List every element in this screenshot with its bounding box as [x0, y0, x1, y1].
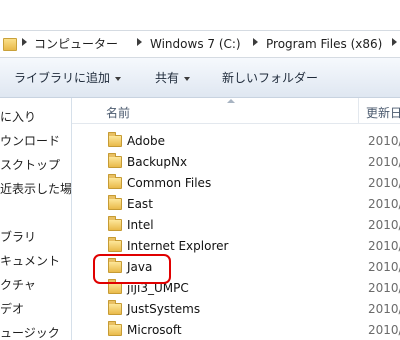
folder-icon [108, 195, 122, 210]
file-name: BackupNx [127, 155, 188, 169]
chevron-right-icon[interactable] [253, 38, 258, 46]
file-row[interactable]: Intel 2010/ [72, 216, 400, 237]
column-header-row: 名前 更新日 [72, 98, 400, 124]
share-label: 共有 [155, 71, 180, 85]
folder-icon [108, 321, 122, 336]
nav-item-recent-places[interactable]: 近表示した場所 [0, 181, 72, 197]
add-to-library-label: ライブラリに追加 [14, 71, 111, 85]
address-bar[interactable]: コンピューター Windows 7 (C:) Program Files (x8… [0, 30, 400, 58]
folder-icon [108, 216, 122, 231]
file-date: 2010/ [368, 281, 400, 295]
nav-item-libraries[interactable]: ブラリ [0, 229, 36, 245]
new-folder-label: 新しいフォルダー [222, 71, 319, 85]
file-row[interactable]: JustSystems 2010/ [72, 300, 400, 321]
nav-item-downloads[interactable]: ウンロード [0, 133, 60, 149]
new-folder-button[interactable]: 新しいフォルダー [222, 70, 318, 86]
folder-icon [108, 153, 122, 168]
share-button[interactable]: 共有 [155, 70, 191, 86]
file-date: 2010/ [368, 176, 400, 190]
column-header-name[interactable]: 名前 [106, 104, 130, 121]
file-date: 2010/ [368, 302, 400, 316]
file-row[interactable]: BackupNx 2010/ [72, 153, 400, 174]
breadcrumb-program-files-x86[interactable]: Program Files (x86) [266, 37, 382, 51]
file-name: Common Files [127, 176, 212, 190]
command-bar: ライブラリに追加 共有 新しいフォルダー [0, 58, 400, 98]
nav-item-documents[interactable]: キュメント [0, 253, 60, 269]
column-header-date-modified[interactable]: 更新日 [366, 104, 400, 121]
nav-item-favorites[interactable]: に入り [0, 109, 36, 125]
add-to-library-button[interactable]: ライブラリに追加 [14, 70, 122, 86]
file-name: Microsoft [127, 323, 182, 337]
file-list: 名前 更新日 Adobe 2010/ BackupNx 2010/ Common… [72, 98, 400, 340]
folder-icon [108, 174, 122, 189]
navigation-pane: に入り ウンロード スクトップ 近表示した場所 ブラリ キュメント クチャ デオ… [0, 98, 72, 340]
file-date: 2010/ [368, 260, 400, 274]
file-name: Internet Explorer [127, 239, 229, 253]
file-name: Intel [127, 218, 154, 232]
nav-item-music[interactable]: ュージック [0, 325, 60, 340]
sort-ascending-icon [227, 99, 235, 103]
dropdown-arrow-icon [184, 76, 191, 81]
dropdown-arrow-icon [115, 76, 122, 81]
folder-icon [108, 132, 122, 147]
folder-icon [3, 38, 17, 51]
explorer-window: コンピューター Windows 7 (C:) Program Files (x8… [0, 0, 400, 340]
file-row[interactable]: East 2010/ [72, 195, 400, 216]
file-date: 2010/ [368, 239, 400, 253]
file-date: 2010/ [368, 197, 400, 211]
file-date: 2010/ [368, 155, 400, 169]
breadcrumb-drive[interactable]: Windows 7 (C:) [150, 37, 241, 51]
file-date: 2010/ [368, 134, 400, 148]
file-name: JustSystems [127, 302, 201, 316]
folder-icon [108, 237, 122, 252]
nav-item-desktop[interactable]: スクトップ [0, 157, 60, 173]
column-divider[interactable] [358, 98, 359, 123]
breadcrumb-computer[interactable]: コンピューター [34, 37, 118, 51]
chevron-right-icon[interactable] [392, 38, 397, 46]
chevron-right-icon[interactable] [137, 38, 142, 46]
file-row[interactable]: Common Files 2010/ [72, 174, 400, 195]
file-date: 2010/ [368, 323, 400, 337]
java-highlight-annotation [93, 254, 171, 284]
file-row[interactable]: Microsoft 2010/ [72, 321, 400, 340]
folder-icon [108, 300, 122, 315]
nav-item-pictures[interactable]: クチャ [0, 277, 36, 293]
file-date: 2010/ [368, 218, 400, 232]
file-name: East [127, 197, 153, 211]
nav-item-videos[interactable]: デオ [0, 301, 24, 317]
chevron-right-icon[interactable] [22, 38, 27, 46]
file-row[interactable]: Adobe 2010/ [72, 132, 400, 153]
file-name: Adobe [127, 134, 165, 148]
